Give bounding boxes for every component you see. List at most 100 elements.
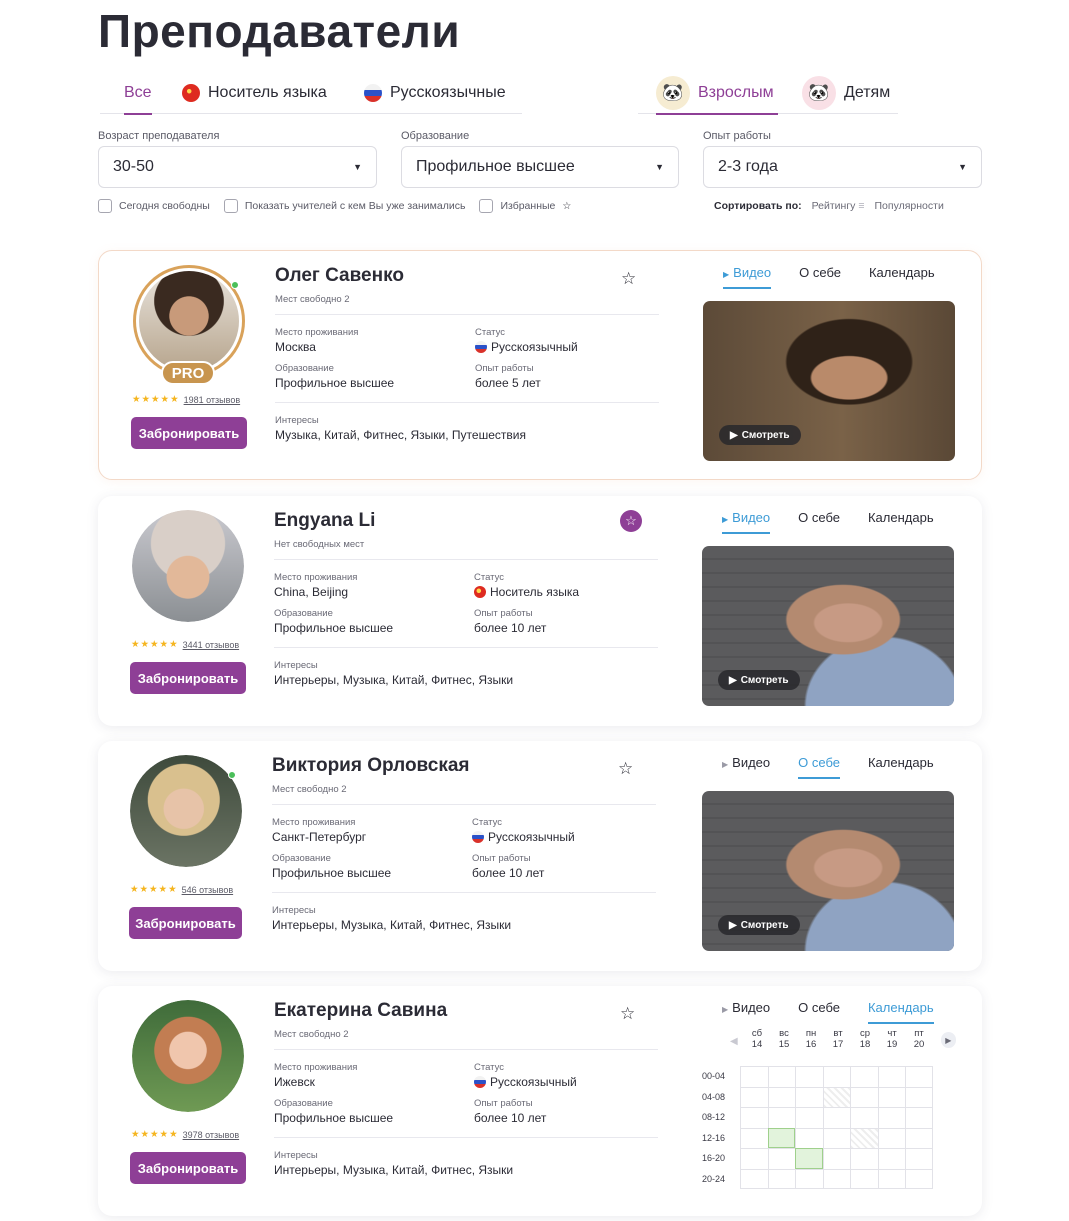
- avatar[interactable]: [132, 510, 244, 622]
- calendar-slot[interactable]: [740, 1086, 768, 1107]
- tab-about[interactable]: О себе: [784, 510, 854, 534]
- tab-calendar[interactable]: Календарь: [854, 755, 948, 779]
- tab-native-speaker[interactable]: Носитель языка: [182, 72, 327, 114]
- age-select[interactable]: 30-50 ▼: [98, 146, 377, 188]
- calendar-row: 12-16: [702, 1127, 933, 1148]
- calendar-slot[interactable]: [822, 1066, 850, 1087]
- calendar-slot[interactable]: [822, 1168, 850, 1189]
- calendar-slot[interactable]: [905, 1127, 933, 1148]
- sort-by-rating[interactable]: Рейтингу ≡: [812, 200, 865, 212]
- calendar-slot[interactable]: [795, 1127, 823, 1148]
- calendar-slot[interactable]: [905, 1066, 933, 1087]
- calendar-slot[interactable]: [850, 1168, 878, 1189]
- reviews-link[interactable]: 3978 отзывов: [183, 1130, 240, 1140]
- tab-calendar[interactable]: Календарь: [855, 265, 949, 289]
- calendar-slot[interactable]: [740, 1107, 768, 1128]
- calendar-slot[interactable]: [767, 1107, 795, 1128]
- reviews-link[interactable]: 546 отзывов: [182, 885, 234, 895]
- tab-about[interactable]: О себе: [784, 755, 854, 779]
- video-preview[interactable]: ▶ Смотреть: [702, 546, 954, 706]
- reviews-link[interactable]: 1981 отзывов: [184, 395, 241, 405]
- calendar-slot[interactable]: [850, 1066, 878, 1087]
- experience-select[interactable]: 2-3 года ▼: [703, 146, 982, 188]
- calendar-slot[interactable]: [795, 1086, 823, 1107]
- education-select[interactable]: Профильное высшее ▼: [401, 146, 679, 188]
- calendar-weekday: пт: [914, 1028, 924, 1039]
- tab-video[interactable]: ▶ Видео: [702, 510, 784, 534]
- calendar-slot-busy[interactable]: [850, 1127, 878, 1148]
- favorite-star-icon[interactable]: ☆: [621, 269, 636, 289]
- tab-calendar[interactable]: Календарь: [854, 1000, 948, 1024]
- watch-button[interactable]: ▶ Смотреть: [719, 425, 801, 445]
- calendar-slot[interactable]: [767, 1148, 795, 1169]
- teacher-card: PRO ★★★★★ 1981 отзывов Забронировать Оле…: [98, 250, 982, 480]
- calendar-slot[interactable]: [905, 1086, 933, 1107]
- avatar[interactable]: [132, 1000, 244, 1112]
- calendar-slot-free[interactable]: [767, 1127, 795, 1148]
- favorites-checkbox[interactable]: Избранные ☆: [479, 199, 571, 213]
- checkbox-box[interactable]: [223, 199, 238, 213]
- free-today-checkbox[interactable]: Сегодня свободны: [98, 199, 210, 213]
- book-button[interactable]: Забронировать: [129, 907, 242, 939]
- status-text: Русскоязычный: [488, 830, 575, 844]
- tab-video[interactable]: ▶ Видео: [702, 755, 784, 779]
- book-button[interactable]: Забронировать: [131, 417, 247, 449]
- audience-tabs: 🐼 Взрослым 🐼 Детям: [638, 72, 898, 115]
- calendar-slot[interactable]: [767, 1168, 795, 1189]
- calendar-slot[interactable]: [740, 1066, 768, 1087]
- tab-about[interactable]: О себе: [784, 1000, 854, 1024]
- favorite-star-filled-icon[interactable]: ☆: [620, 510, 642, 532]
- reviews-link[interactable]: 3441 отзывов: [183, 640, 240, 650]
- calendar-slot[interactable]: [877, 1086, 905, 1107]
- calendar-slot[interactable]: [795, 1066, 823, 1087]
- calendar-slot[interactable]: [850, 1148, 878, 1169]
- calendar-slot[interactable]: [850, 1086, 878, 1107]
- calendar-slot[interactable]: [877, 1107, 905, 1128]
- calendar-slot[interactable]: [850, 1107, 878, 1128]
- calendar-slot[interactable]: [767, 1066, 795, 1087]
- chevron-left-icon[interactable]: ◀: [730, 1036, 744, 1047]
- book-button[interactable]: Забронировать: [130, 1152, 246, 1184]
- sort-by-popularity[interactable]: Популярности: [875, 200, 944, 212]
- tab-kids[interactable]: 🐼 Детям: [802, 72, 890, 114]
- tab-all[interactable]: Все: [124, 72, 152, 115]
- tab-about[interactable]: О себе: [785, 265, 855, 289]
- watch-button[interactable]: ▶ Смотреть: [718, 670, 800, 690]
- calendar-slot-free[interactable]: [795, 1148, 823, 1169]
- favorite-star-icon[interactable]: ☆: [618, 759, 633, 779]
- calendar-slot[interactable]: [795, 1168, 823, 1189]
- calendar-slot[interactable]: [877, 1127, 905, 1148]
- calendar-slot[interactable]: [822, 1107, 850, 1128]
- calendar-slot[interactable]: [822, 1148, 850, 1169]
- favorite-star-icon[interactable]: ☆: [620, 1004, 635, 1024]
- calendar-slot[interactable]: [877, 1168, 905, 1189]
- avatar[interactable]: PRO: [133, 265, 245, 385]
- studied-before-checkbox[interactable]: Показать учителей с кем Вы уже занималис…: [223, 199, 465, 213]
- calendar-slot[interactable]: [795, 1107, 823, 1128]
- tab-russian-speaking[interactable]: Русскоязычные: [364, 72, 506, 114]
- calendar-slot[interactable]: [740, 1148, 768, 1169]
- tab-calendar[interactable]: Календарь: [854, 510, 948, 534]
- calendar-days: сб 14 вс 15 пн 16 вт 17 ср 18 чт 19 пт 20: [744, 1028, 933, 1050]
- calendar-slot[interactable]: [905, 1148, 933, 1169]
- calendar-slot[interactable]: [822, 1127, 850, 1148]
- tab-video[interactable]: ▶ Видео: [703, 265, 785, 289]
- book-button[interactable]: Забронировать: [130, 662, 246, 694]
- video-preview[interactable]: ▶ Смотреть: [703, 301, 955, 461]
- calendar-slot[interactable]: [740, 1168, 768, 1189]
- calendar-slot[interactable]: [877, 1148, 905, 1169]
- chevron-right-icon[interactable]: ▶: [940, 1032, 956, 1048]
- calendar-slot[interactable]: [905, 1168, 933, 1189]
- calendar-slot[interactable]: [905, 1107, 933, 1128]
- checkbox-box[interactable]: [98, 199, 112, 213]
- avatar[interactable]: [130, 755, 242, 867]
- checkbox-box[interactable]: [479, 199, 494, 213]
- calendar-slot[interactable]: [740, 1127, 768, 1148]
- watch-button[interactable]: ▶ Смотреть: [718, 915, 800, 935]
- video-preview[interactable]: ▶ Смотреть: [702, 791, 954, 951]
- tab-adults[interactable]: 🐼 Взрослым: [656, 72, 778, 115]
- calendar-slot[interactable]: [767, 1086, 795, 1107]
- calendar-slot-busy[interactable]: [822, 1086, 850, 1107]
- calendar-slot[interactable]: [877, 1066, 905, 1087]
- tab-video[interactable]: ▶ Видео: [702, 1000, 784, 1024]
